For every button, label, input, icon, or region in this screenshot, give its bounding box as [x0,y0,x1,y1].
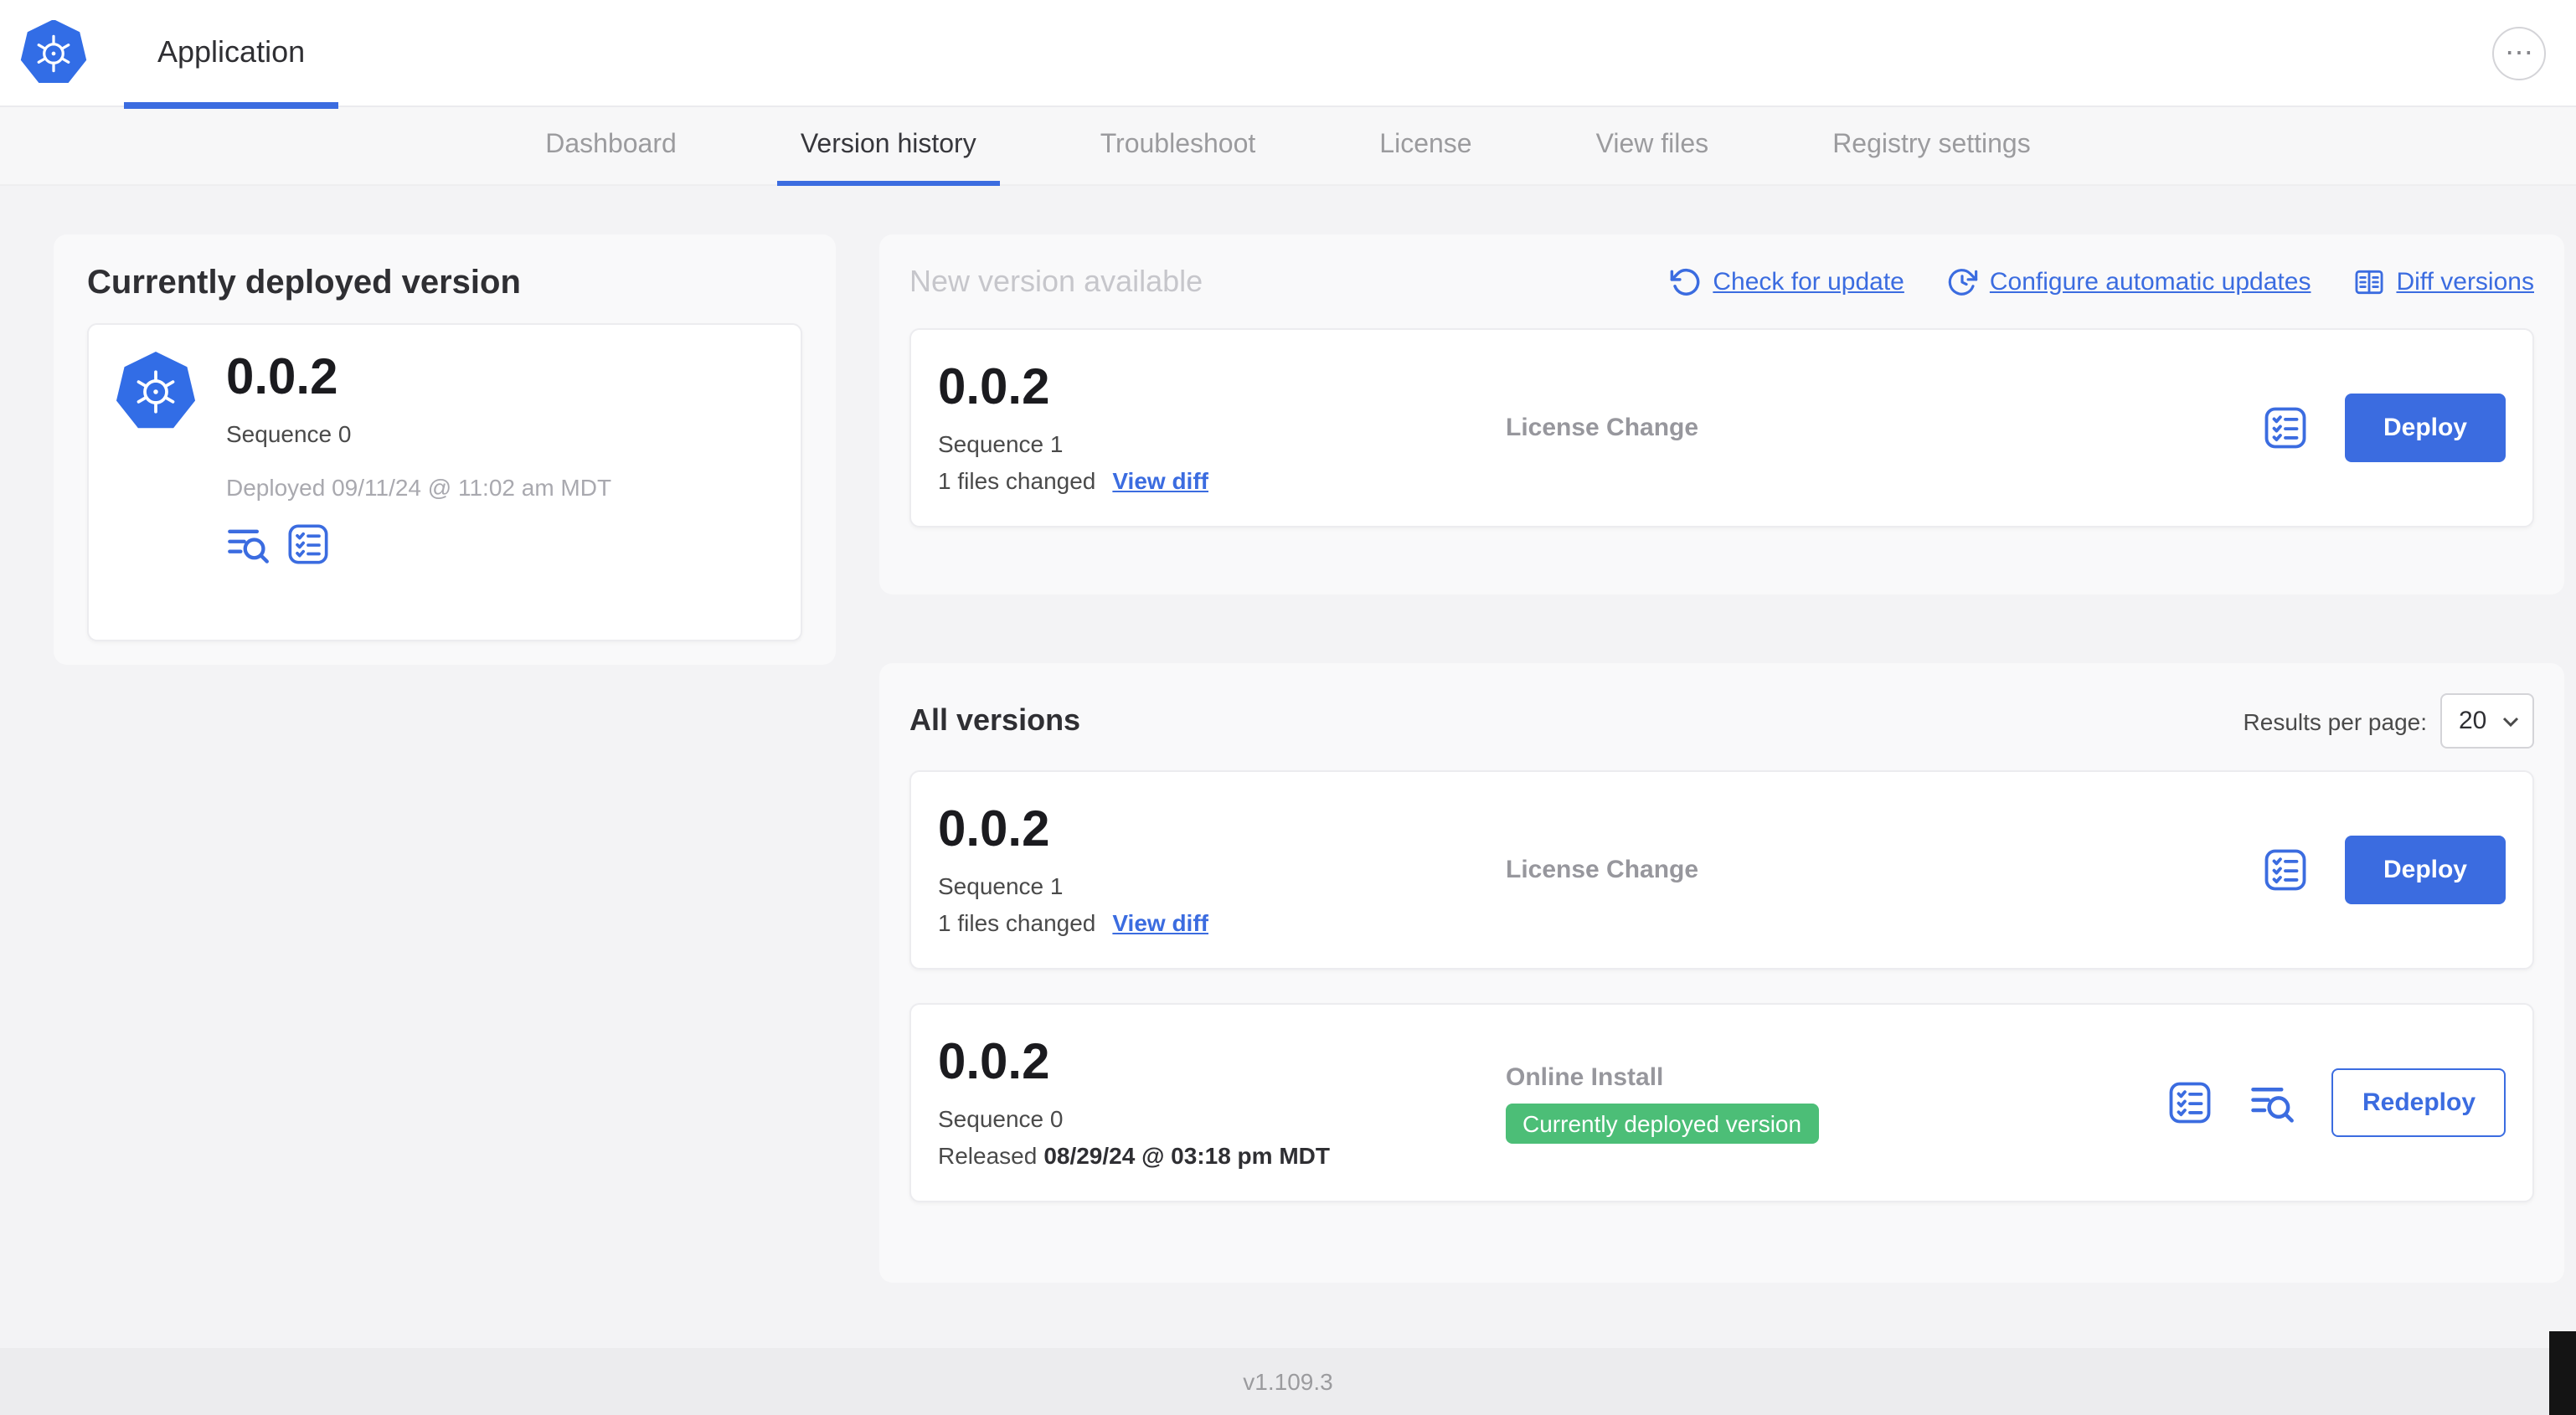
app-icon-kubernetes [116,352,196,429]
app-tab-label: Application [157,35,306,69]
deploy-logs-icon-button[interactable] [2250,1080,2295,1125]
all-versions-panel: All versions Results per page: 20 0.0.2 [879,663,2564,1283]
results-per-page-label: Results per page: [2243,708,2427,734]
app-window: Application ⋯ Dashboard Version history … [0,0,2576,1415]
configure-automatic-updates-label: Configure automatic updates [1989,268,2311,296]
released-row: Released 08/29/24 @ 03:18 pm MDT [938,1142,1506,1169]
version-source: License Change [1506,414,2263,442]
new-version-header: New version available Check for update C… [909,265,2534,300]
version-source-label: License Change [1506,414,1699,442]
results-per-page: Results per page: 20 [2244,693,2534,749]
version-actions: Deploy [2263,394,2506,462]
logs-search-icon [228,528,269,563]
version-row: 0.0.2 Sequence 1 1 files changed View di… [909,770,2534,970]
checklist-icon [288,523,328,563]
diff-versions-link[interactable]: Diff versions [2352,266,2534,298]
version-source: License Change [1506,856,2263,884]
diff-versions-label: Diff versions [2396,268,2534,296]
version-sequence: Sequence 1 [938,430,1064,457]
app-tab-application[interactable]: Application [124,0,339,108]
version-actions: Deploy [2263,836,2506,904]
files-changed-row: 1 files changed View diff [938,909,1506,936]
version-row: 0.0.2 Sequence 0 Released 08/29/24 @ 03:1… [909,1003,2534,1202]
scheduled-update-icon [1948,269,1978,296]
all-versions-header: All versions Results per page: 20 [909,693,2534,749]
checklist-icon [2264,407,2306,449]
version-number: 0.0.2 [938,1035,1050,1091]
tab-view-files[interactable]: View files [1546,107,1759,184]
deploy-button[interactable]: Deploy [2344,394,2506,462]
files-changed-label: 1 files changed [938,908,1096,936]
version-number: 0.0.2 [938,360,1050,416]
new-version-card: 0.0.2 Sequence 1 1 files changed View di… [909,328,2534,527]
checklist-icon [2170,1082,2212,1124]
configure-automatic-updates-link[interactable]: Configure automatic updates [1946,266,2311,298]
new-version-header-actions: Check for update Configure automatic upd… [1627,266,2534,298]
main-nav: Dashboard Version history Troubleshoot L… [0,107,2576,186]
files-changed-row: 1 files changed View diff [938,467,1506,494]
version-sequence: Sequence 1 [938,872,1064,899]
helm-wheel-icon [137,370,175,414]
version-number: 0.0.2 [938,802,1050,858]
deploy-logs-icon-button[interactable] [226,522,270,565]
view-diff-link[interactable]: View diff [1112,909,1208,936]
version-info: 0.0.2 Sequence 0 Released 08/29/24 @ 03:1… [938,1035,1506,1169]
top-header: Application ⋯ [0,0,2576,108]
new-version-panel: New version available Check for update C… [879,234,2564,594]
released-label: Released [938,1141,1038,1169]
scrollbar-thumb[interactable] [2549,1331,2576,1415]
tab-dashboard[interactable]: Dashboard [495,107,727,184]
logs-search-icon [2252,1088,2295,1123]
files-changed-label: 1 files changed [938,466,1096,494]
version-sequence: Sequence 0 [938,1104,1064,1132]
overflow-menu-button[interactable]: ⋯ [2492,26,2546,80]
current-version-actions [226,522,611,565]
current-version-info: 0.0.2 Sequence 0 Deployed 09/11/24 @ 11:… [226,352,611,613]
version-actions: Redeploy [2168,1068,2506,1137]
deploy-button[interactable]: Deploy [2344,836,2506,904]
current-version-sequence: Sequence 0 [226,419,352,446]
currently-deployed-panel: Currently deployed version 0.0.2 Sequenc… [54,234,836,665]
tab-troubleshoot[interactable]: Troubleshoot [1050,107,1306,184]
version-source: Online Install Currently deployed versio… [1506,1063,2168,1143]
redeploy-button[interactable]: Redeploy [2331,1068,2506,1137]
version-info: 0.0.2 Sequence 1 1 files changed View di… [938,360,1506,494]
current-version-number: 0.0.2 [226,350,338,405]
version-rows: 0.0.2 Sequence 1 1 files changed View di… [909,770,2534,1202]
version-info: 0.0.2 Sequence 1 1 files changed View di… [938,802,1506,936]
chevron-down-icon [2502,716,2519,726]
released-date: 08/29/24 @ 03:18 pm MDT [1043,1141,1330,1169]
currently-deployed-title: Currently deployed version [87,265,521,301]
all-versions-title: All versions [909,703,1081,737]
app-footer: v1.109.3 [0,1348,2576,1415]
preflight-checks-icon-button[interactable] [2263,405,2308,450]
helm-wheel-icon [37,33,70,72]
preflight-checks-icon-button[interactable] [286,522,330,565]
check-for-update-label: Check for update [1713,268,1904,296]
tab-registry-settings[interactable]: Registry settings [1782,107,2081,184]
tab-license[interactable]: License [1329,107,1522,184]
ellipsis-icon: ⋯ [2505,37,2533,69]
checklist-icon [2264,849,2306,891]
version-source-label: Online Install [1506,1063,1664,1091]
kubernetes-logo-icon [20,19,87,83]
version-source-label: License Change [1506,856,1699,884]
new-version-title: New version available [909,265,1203,298]
tab-version-history[interactable]: Version history [750,107,1027,186]
results-per-page-select[interactable]: 20 [2440,693,2534,749]
refresh-icon [1670,268,1699,296]
app-version-label: v1.109.3 [1243,1368,1333,1395]
currently-deployed-card: 0.0.2 Sequence 0 Deployed 09/11/24 @ 11:… [87,323,802,641]
current-version-deployed-at: Deployed 09/11/24 @ 11:02 am MDT [226,473,612,500]
main-content: Currently deployed version 0.0.2 Sequenc… [0,186,2576,1348]
diff-table-icon [2355,270,2383,295]
view-diff-link[interactable]: View diff [1112,467,1208,494]
currently-deployed-badge: Currently deployed version [1506,1103,1819,1143]
preflight-checks-icon-button[interactable] [2263,847,2308,893]
results-per-page-value: 20 [2459,707,2487,735]
check-for-update-link[interactable]: Check for update [1669,266,1904,298]
preflight-checks-icon-button[interactable] [2168,1080,2213,1125]
